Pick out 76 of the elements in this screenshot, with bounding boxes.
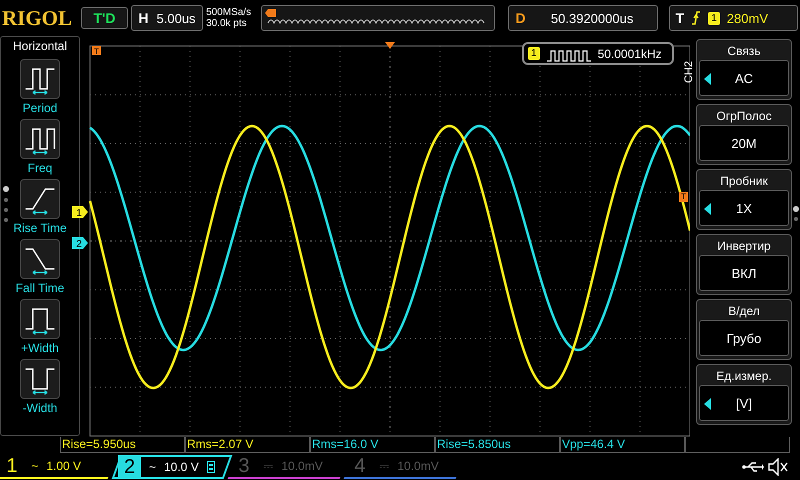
period-measure-button[interactable]: [20, 59, 60, 99]
menu-title: Ед.измер.: [716, 368, 772, 385]
measurement-readout: Rms=16.0 V: [312, 437, 378, 451]
fall-measure-button[interactable]: [20, 239, 60, 279]
channel-marker: 1: [72, 206, 88, 219]
menu-title: Horizontal: [12, 38, 68, 55]
channel-scale: 1.00 V: [46, 458, 82, 472]
menu-title: Пробник: [720, 173, 768, 190]
channel-scale: 10.0mV: [398, 458, 439, 472]
delay-value: 50.3920000us: [550, 10, 634, 26]
sample-rate: 500MSa/s: [206, 7, 252, 18]
nwidth-measure-button[interactable]: [20, 359, 60, 399]
run-status[interactable]: T'D: [80, 7, 128, 29]
coupling-symbol: ~: [149, 460, 156, 474]
channel-number: 3: [237, 454, 250, 478]
measure-label: -Width: [22, 401, 58, 415]
rising-edge-icon: [691, 10, 702, 26]
menu-value-button[interactable]: Грубо: [699, 320, 789, 356]
menu-value-button[interactable]: 20M: [699, 125, 789, 161]
channel-scale: 10.0 V: [164, 460, 199, 474]
measurement-readout: Rise=5.950us: [62, 437, 136, 451]
timebase-label: H: [138, 10, 149, 26]
menu-value-button[interactable]: AC: [699, 60, 789, 96]
pwidth-measure-button[interactable]: [20, 299, 60, 339]
channel-number: 2: [118, 454, 142, 478]
trigger-label: T: [676, 10, 684, 26]
freq-measure-button[interactable]: [20, 119, 60, 159]
timebase-display[interactable]: H 5.00us: [131, 5, 204, 31]
menu-title: Связь: [727, 43, 761, 60]
usb-icon: [742, 460, 764, 472]
trigger-display[interactable]: T 1 280mV: [668, 5, 798, 31]
rise-measure-button[interactable]: [20, 179, 60, 219]
measure-label: Period: [22, 101, 58, 115]
menu-value-button[interactable]: ВКЛ: [699, 255, 789, 291]
trigger-position-icon: [385, 42, 395, 49]
channel-number: 4: [353, 454, 366, 478]
speaker-muted-icon: [768, 458, 788, 476]
menu-title: Инвертир: [717, 238, 771, 255]
counter-value: 50.0001kHz: [598, 46, 662, 60]
page-dots-icon: [793, 206, 799, 222]
measurement-readout: Rms=2.07 V: [187, 437, 254, 451]
square-wave-icon: [546, 50, 592, 62]
channel-label: CH2: [683, 61, 695, 83]
coupling-symbol: ⎓: [264, 458, 274, 472]
measure-label: Rise Time: [13, 221, 67, 235]
menu-title: ОгрПолос: [716, 108, 772, 125]
measure-label: Fall Time: [16, 281, 64, 295]
coupling-symbol: ⎓: [380, 458, 390, 472]
trigger-marker: T: [92, 46, 101, 56]
delay-label: D: [515, 10, 526, 26]
channel-number: 1: [5, 454, 18, 478]
delay-display[interactable]: D 50.3920000us: [508, 5, 658, 31]
page-dots-icon: [3, 185, 9, 225]
memory-depth: 30.0k pts: [206, 18, 248, 29]
bandwidth-limit-icon: [206, 460, 215, 472]
left-arrow-icon: [704, 73, 711, 85]
measurement-readout: Rise=5.850us: [437, 437, 511, 451]
timebase-value: 5.00us: [156, 10, 196, 26]
channel-marker: 2: [72, 237, 88, 250]
trigger-level: 280mV: [726, 10, 768, 26]
trigger-level-marker: T: [679, 192, 688, 202]
measurement-readout: Vpp=46.4 V: [562, 437, 626, 451]
measure-label: Freq: [28, 161, 52, 175]
menu-value-button[interactable]: [V]: [699, 385, 789, 421]
counter-source-badge: 1: [528, 47, 540, 60]
measure-label: +Width: [21, 341, 59, 355]
menu-title: В/дел: [728, 303, 760, 320]
channel-scale: 10.0mV: [282, 458, 323, 472]
coupling-symbol: ~: [32, 458, 38, 472]
menu-value-button[interactable]: 1X: [699, 190, 789, 226]
channel-tab[interactable]: 2 ~ 10.0 V: [112, 454, 232, 478]
trigger-source-badge: 1: [708, 12, 720, 24]
trigger-position-icon: [264, 9, 276, 17]
brand-logo: RIGOL: [2, 6, 74, 30]
left-arrow-icon: [704, 398, 711, 410]
left-arrow-icon: [704, 203, 711, 215]
